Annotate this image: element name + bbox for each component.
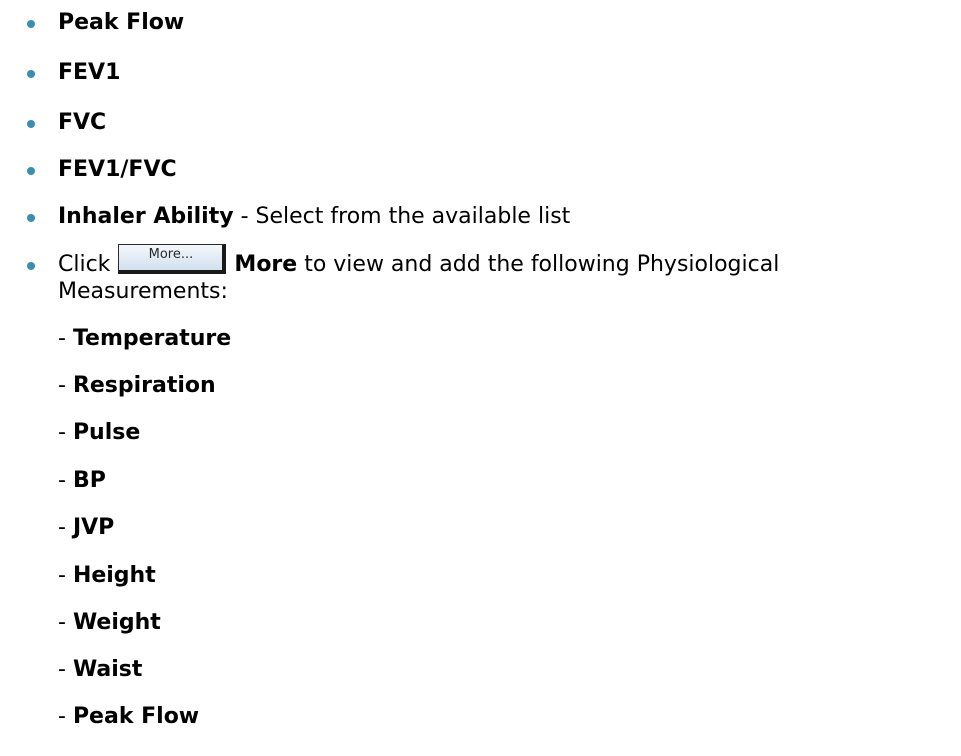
sub-list-item: - JVP: [58, 515, 115, 540]
item-label: Peak Flow: [58, 10, 185, 35]
bullet-icon: [27, 214, 35, 222]
click-label: Click: [58, 252, 111, 277]
more-button[interactable]: More...: [118, 244, 227, 274]
sub-list-item: - BP: [58, 468, 106, 493]
bullet-icon: [27, 120, 35, 128]
item-label: FEV1: [58, 60, 121, 85]
more-label: More: [234, 252, 298, 277]
item-label: Inhaler Ability: [58, 204, 234, 229]
sub-list-item: - Pulse: [58, 420, 141, 445]
bullet-icon: [27, 20, 35, 28]
bullet-icon: [27, 167, 35, 175]
sub-list-item: - Respiration: [58, 373, 216, 398]
sub-list-item: - Peak Flow: [58, 704, 200, 729]
item-label: FVC: [58, 110, 107, 135]
sub-list-item: - Height: [58, 563, 156, 588]
more-description-continued: Measurements:: [58, 279, 228, 304]
bullet-icon: [27, 262, 35, 270]
bullet-icon: [27, 70, 35, 78]
item-label: FEV1/FVC: [58, 157, 177, 182]
sub-list-item: - Waist: [58, 657, 143, 682]
sub-list-item: - Weight: [58, 610, 161, 635]
item-description: - Select from the available list: [233, 204, 571, 229]
more-description: to view and add the following Physiologi…: [297, 252, 780, 277]
sub-list-item: - Temperature: [58, 326, 232, 351]
